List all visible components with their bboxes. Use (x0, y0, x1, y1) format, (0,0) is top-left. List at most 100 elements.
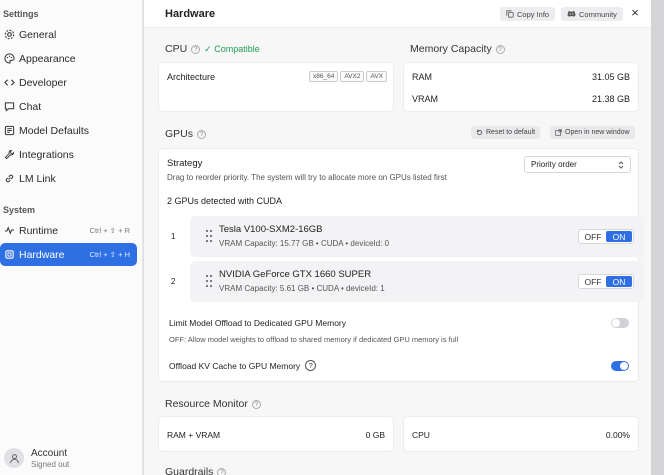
sidebar-item-label: Developer (19, 76, 67, 89)
reset-icon (476, 129, 483, 136)
kv-cache-label: Offload KV Cache to GPU Memory (169, 360, 301, 371)
gpu-name: Tesla V100-SXM2-16GB (219, 224, 323, 235)
open-in-new-window-button[interactable]: Open in new window (550, 126, 635, 139)
close-icon[interactable]: × (628, 5, 642, 21)
guardrails-section-title: Guardrails ? (165, 466, 227, 475)
system-heading: System (3, 205, 36, 215)
limit-offload-switch[interactable] (611, 318, 629, 328)
sidebar-item-general[interactable]: General (0, 23, 137, 46)
guardrails-title: Guardrails (165, 466, 214, 475)
ram-label: RAM (412, 72, 432, 82)
sidebar-item-label: Runtime (19, 224, 59, 237)
ram-vram-value: 0 GB (365, 430, 385, 440)
panel-header: Hardware Copy Info Community × (144, 0, 651, 28)
vram-value: 21.38 GB (591, 94, 630, 104)
gpus-detected: 2 GPUs detected with CUDA (167, 196, 283, 206)
gpu-card[interactable]: NVIDIA GeForce GTX 1660 SUPER VRAM Capac… (190, 261, 644, 302)
cpu-usage-card: CPU 0.00% (403, 416, 639, 452)
wrench-icon (4, 149, 15, 160)
sidebar-item-label: Chat (19, 100, 42, 113)
strategy-description: Drag to reorder priority. The system wil… (167, 173, 447, 182)
help-icon[interactable]: ? (251, 399, 261, 409)
sidebar-item-model-defaults[interactable]: Model Defaults (0, 119, 137, 142)
ram-vram-label: RAM + VRAM (167, 430, 221, 440)
hardware-panel: Hardware Copy Info Community × CPU ? ✓ C… (143, 0, 651, 475)
gear-icon (4, 29, 15, 40)
help-icon[interactable]: ? (305, 360, 317, 371)
gpu-card[interactable]: Tesla V100-SXM2-16GB VRAM Capacity: 15.7… (190, 216, 644, 257)
sidebar-item-appearance[interactable]: Appearance (0, 47, 137, 70)
cpu-usage-label: CPU (412, 430, 430, 440)
sidebar: Settings General Appearance Developer Ch… (0, 0, 143, 475)
account-name: Account (31, 447, 68, 459)
copy-info-button[interactable]: Copy Info (500, 7, 556, 21)
drag-handle-icon[interactable] (205, 274, 213, 288)
resource-monitor-title: Resource Monitor (165, 398, 248, 410)
model-icon (4, 125, 15, 136)
help-icon[interactable]: ? (191, 44, 201, 54)
kv-cache-row: Offload KV Cache to GPU Memory ? (169, 360, 317, 371)
cpu-section-title: CPU ? ✓ Compatible (165, 43, 260, 55)
cpu-card: Architecture x86_64 AVX2 AVX (158, 62, 394, 112)
chevron-updown-icon (618, 160, 624, 169)
memory-title: Memory Capacity (410, 43, 492, 55)
code-icon (4, 77, 15, 88)
palette-icon (4, 53, 15, 64)
sidebar-item-label: Model Defaults (19, 124, 90, 137)
reset-to-default-button[interactable]: Reset to default (471, 126, 541, 139)
off-option[interactable]: OFF (580, 231, 606, 242)
sidebar-item-hardware[interactable]: Hardware Ctrl + ⇧ + H (0, 243, 137, 266)
gpu-enable-toggle[interactable]: OFF ON (578, 229, 634, 244)
sidebar-item-label: LM Link (19, 172, 56, 185)
strategy-label: Strategy (167, 158, 203, 169)
gpus-card: Strategy Drag to reorder priority. The s… (158, 148, 644, 382)
sidebar-item-label: Integrations (19, 148, 74, 161)
limit-offload-description: OFF: Allow model weights to offload to s… (169, 335, 459, 344)
memory-card: RAM 31.05 GB VRAM 21.38 GB (403, 62, 639, 112)
on-option[interactable]: ON (606, 276, 632, 287)
strategy-value: Priority order (531, 160, 577, 169)
sidebar-item-chat[interactable]: Chat (0, 95, 137, 118)
external-window-icon (555, 129, 562, 136)
instruction-set-chips: x86_64 AVX2 AVX (307, 70, 387, 82)
strategy-select[interactable]: Priority order (524, 156, 631, 173)
community-button[interactable]: Community (561, 7, 623, 21)
compatible-status: ✓ Compatible (204, 43, 260, 54)
chat-icon (4, 101, 15, 112)
switch-knob (620, 362, 628, 370)
sidebar-item-lm-link[interactable]: LM Link (0, 167, 137, 190)
help-icon[interactable]: ? (197, 129, 207, 139)
open-window-label: Open in new window (565, 129, 630, 136)
reset-label: Reset to default (486, 129, 536, 136)
account-status: Signed out (31, 459, 70, 469)
on-option[interactable]: ON (606, 231, 632, 242)
drag-handle-icon[interactable] (205, 229, 213, 243)
resource-monitor-section-title: Resource Monitor ? (165, 398, 261, 410)
sidebar-item-developer[interactable]: Developer (0, 71, 137, 94)
sidebar-item-runtime[interactable]: Runtime Ctrl + ⇧ + R (0, 219, 137, 242)
sidebar-item-label: Hardware (19, 248, 65, 261)
ram-vram-card: RAM + VRAM 0 GB (158, 416, 394, 452)
vram-label: VRAM (412, 94, 439, 104)
switch-knob (612, 319, 620, 327)
shortcut-hint: Ctrl + ⇧ + H (89, 250, 130, 259)
chip-x86: x86_64 (309, 71, 339, 82)
gpus-title: GPUs (165, 128, 194, 140)
settings-heading: Settings (3, 9, 39, 19)
account-button[interactable]: Account Signed out (4, 446, 136, 470)
help-icon[interactable]: ? (217, 467, 227, 475)
sidebar-item-label: General (19, 28, 57, 41)
chip-avx: AVX (366, 71, 387, 82)
limit-offload-label: Limit Model Offload to Dedicated GPU Mem… (169, 318, 346, 328)
community-label: Community (579, 9, 617, 19)
memory-section-title: Memory Capacity ? (410, 43, 505, 55)
kv-cache-switch[interactable] (611, 361, 629, 371)
gpu-enable-toggle[interactable]: OFF ON (578, 274, 634, 289)
sidebar-item-integrations[interactable]: Integrations (0, 143, 137, 166)
user-icon (9, 453, 19, 463)
page-title: Hardware (165, 8, 216, 20)
help-icon[interactable]: ? (495, 44, 505, 54)
off-option[interactable]: OFF (580, 276, 606, 287)
pulse-icon (4, 225, 15, 236)
gpu-details: VRAM Capacity: 15.77 GB • CUDA • deviceI… (219, 239, 390, 248)
